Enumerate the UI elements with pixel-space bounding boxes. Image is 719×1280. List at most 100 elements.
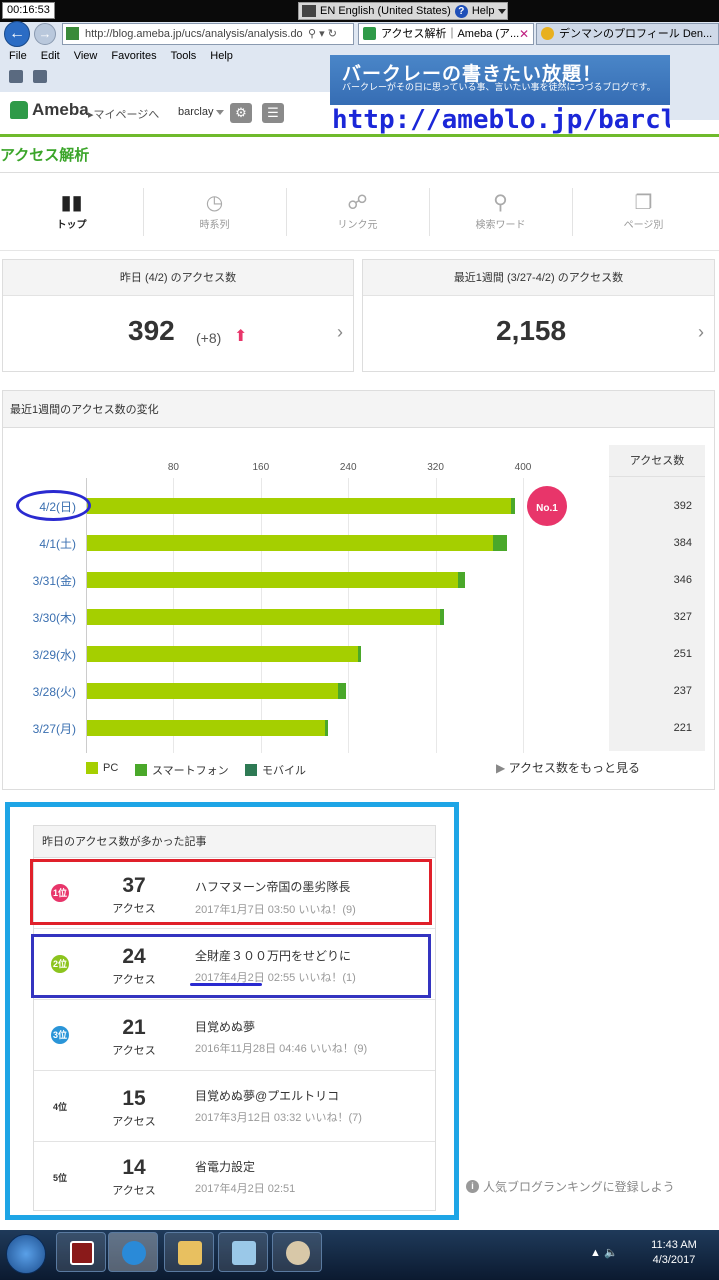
mypage-link[interactable]: ▸マイページへ <box>88 106 159 122</box>
menu-file[interactable]: File <box>9 50 27 66</box>
annotation-box-red <box>30 859 432 925</box>
close-icon[interactable]: ✕ <box>519 24 529 44</box>
tab-label: ページ別 <box>623 220 664 231</box>
start-button[interactable] <box>6 1234 46 1274</box>
access-count-column <box>609 445 705 751</box>
tab-by-page[interactable]: ❐ ページ別 <box>572 180 715 240</box>
chevron-down-icon <box>498 8 507 14</box>
clock-time: 11:43 AM <box>651 1239 697 1251</box>
bar-pc <box>87 609 440 625</box>
date-label: 3/29(水) <box>32 648 76 662</box>
bar-pc <box>87 646 358 662</box>
yesterday-card[interactable]: 昨日 (4/2) のアクセス数 392 (+8) ⬆ › <box>2 259 354 372</box>
card-title: 最近1週間 (3/27-4/2) のアクセス数 <box>363 260 714 296</box>
taskbar-clock[interactable]: 11:43 AM 4/3/2017 <box>634 1238 714 1268</box>
tab-top[interactable]: ▮▮ トップ <box>0 180 143 240</box>
ranking-link-label: 人気ブログランキングに登録しよう <box>483 1180 675 1194</box>
access-count-value: 251 <box>673 648 692 660</box>
legend-label: モバイル <box>262 765 306 777</box>
menu-bar: File Edit View Favorites Tools Help <box>0 50 330 66</box>
access-number: 21 <box>122 1016 146 1039</box>
bar-smartphone <box>493 535 507 551</box>
language-bar[interactable]: EN English (United States) ? Help <box>298 2 508 20</box>
taskbar-ie[interactable] <box>108 1232 158 1272</box>
annotation-circle <box>16 490 91 521</box>
legend-swatch <box>245 764 257 776</box>
taskbar-app-1[interactable] <box>56 1232 106 1272</box>
menu-favorites[interactable]: Favorites <box>111 50 156 66</box>
bar-smartphone <box>458 572 465 588</box>
date-label: 3/27(月) <box>32 722 76 736</box>
taskbar-app-4[interactable] <box>218 1232 268 1272</box>
legend-label: PC <box>103 762 119 774</box>
ameba-logo[interactable]: Ameba <box>10 100 89 120</box>
tab-access-analysis[interactable]: アクセス解析｜Ameba (ア... ✕ <box>358 23 534 45</box>
access-count-value: 384 <box>673 537 692 549</box>
tab-search-word[interactable]: ⚲ 検索ワード <box>429 180 572 240</box>
access-count-value: 237 <box>673 685 692 697</box>
taskbar-paint[interactable] <box>272 1232 322 1272</box>
article-title[interactable]: 省電力設定 <box>195 1158 255 1175</box>
menu-button[interactable]: ☰ <box>262 103 284 123</box>
clock-date: 4/3/2017 <box>652 1254 696 1266</box>
menu-edit[interactable]: Edit <box>41 50 60 66</box>
card-title: 昨日 (4/2) のアクセス数 <box>3 260 353 296</box>
legend-smartphone: スマートフォン <box>135 762 229 778</box>
tab-label: 時系列 <box>199 220 230 231</box>
bar-pc <box>87 535 494 551</box>
forward-button[interactable]: → <box>34 23 56 45</box>
taskbar-explorer[interactable] <box>164 1232 214 1272</box>
yesterday-value: 392 <box>128 315 175 346</box>
username: barclay <box>178 106 214 118</box>
home-icon[interactable] <box>9 70 23 83</box>
user-menu[interactable]: barclay <box>178 106 225 118</box>
date-label: 3/28(火) <box>32 685 76 699</box>
article-meta: 2017年3月12日 03:32 いいね！(7) <box>195 1112 362 1124</box>
settings-button[interactable]: ⚙ <box>230 103 252 123</box>
legend-pc: PC <box>86 762 118 774</box>
tab-profile[interactable]: デンマンのプロフィール Den... <box>536 23 719 45</box>
article-title[interactable]: 目覚めぬ夢@プエルトリコ <box>195 1087 339 1104</box>
access-count-value: 221 <box>673 722 692 734</box>
divider <box>0 250 719 251</box>
more-link-label: アクセス数をもっと見る <box>508 761 640 775</box>
ie-icon <box>122 1241 146 1265</box>
tab-referrer[interactable]: ☍ リンク元 <box>286 180 429 240</box>
articles-title: 昨日のアクセス数が多かった記事 <box>33 825 436 858</box>
more-access-link[interactable]: ▶ アクセス数をもっと見る <box>496 759 640 776</box>
article-row-3[interactable]: 3位 21 アクセス 目覚めぬ夢 2016年11月28日 04:46 いいね！(… <box>34 1000 435 1070</box>
hamburger-icon: ☰ <box>267 105 279 120</box>
menu-help[interactable]: Help <box>210 50 233 66</box>
access-label: アクセス <box>112 1185 156 1197</box>
blog-ranking-link[interactable]: i 人気ブログランキングに登録しよう <box>466 1178 675 1195</box>
date-label: 3/30(木) <box>32 611 76 625</box>
access-count: 21 アクセス <box>94 1016 174 1058</box>
clock-icon: ◷ <box>205 192 224 214</box>
menu-view[interactable]: View <box>74 50 98 66</box>
tab-timeseries[interactable]: ◷ 時系列 <box>143 180 286 240</box>
ie-tab-icon <box>541 27 554 40</box>
access-count-header: アクセス数 <box>609 445 705 477</box>
address-tools[interactable]: ⚲ ▾ ↻ <box>308 27 337 40</box>
site-favicon-icon <box>66 27 79 40</box>
banner-url: http://ameblo.jp/barclay <box>330 105 670 135</box>
bar-smartphone <box>510 498 516 514</box>
rank-label: 3位 <box>52 1030 67 1040</box>
paint-icon <box>286 1241 310 1265</box>
yesterday-delta: (+8) <box>196 330 222 346</box>
x-tick-label: 240 <box>339 462 357 473</box>
tab-label: アクセス解析｜Ameba (ア... <box>381 28 520 40</box>
week-card[interactable]: 最近1週間 (3/27-4/2) のアクセス数 2,158 › <box>362 259 715 372</box>
article-title[interactable]: 目覚めぬ夢 <box>195 1018 255 1035</box>
print-icon[interactable] <box>33 70 47 83</box>
menu-tools[interactable]: Tools <box>171 50 197 66</box>
system-tray[interactable]: ▲ 🔈 <box>590 1246 618 1259</box>
article-row-4[interactable]: 4位 15 アクセス 目覚めぬ夢@プエルトリコ 2017年3月12日 03:32… <box>34 1071 435 1141</box>
page-title: アクセス解析 <box>0 147 90 164</box>
info-icon: i <box>466 1180 479 1193</box>
bar-chart-icon: ▮▮ <box>60 192 83 214</box>
article-row-5[interactable]: 5位 14 アクセス 省電力設定 2017年4月2日 02:51 <box>34 1142 435 1210</box>
gear-icon: ⚙ <box>235 105 247 120</box>
back-button[interactable]: ← <box>4 21 30 47</box>
command-bar <box>9 70 47 83</box>
